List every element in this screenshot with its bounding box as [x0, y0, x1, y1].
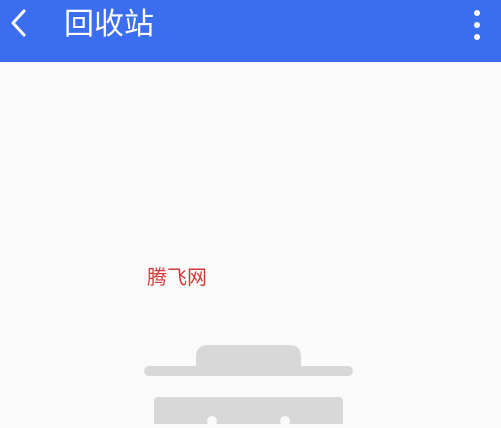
chevron-left-icon [8, 8, 28, 42]
empty-state-illustration [144, 345, 354, 428]
trash-bin-icon [144, 345, 354, 428]
app-bar: 回收站 [0, 0, 501, 62]
back-button[interactable] [0, 0, 36, 50]
recycle-bin-content: 腾飞网 [0, 62, 501, 428]
watermark-text: 腾飞网 [147, 265, 207, 289]
page-title: 回收站 [64, 7, 154, 42]
more-options-button[interactable] [469, 8, 485, 42]
